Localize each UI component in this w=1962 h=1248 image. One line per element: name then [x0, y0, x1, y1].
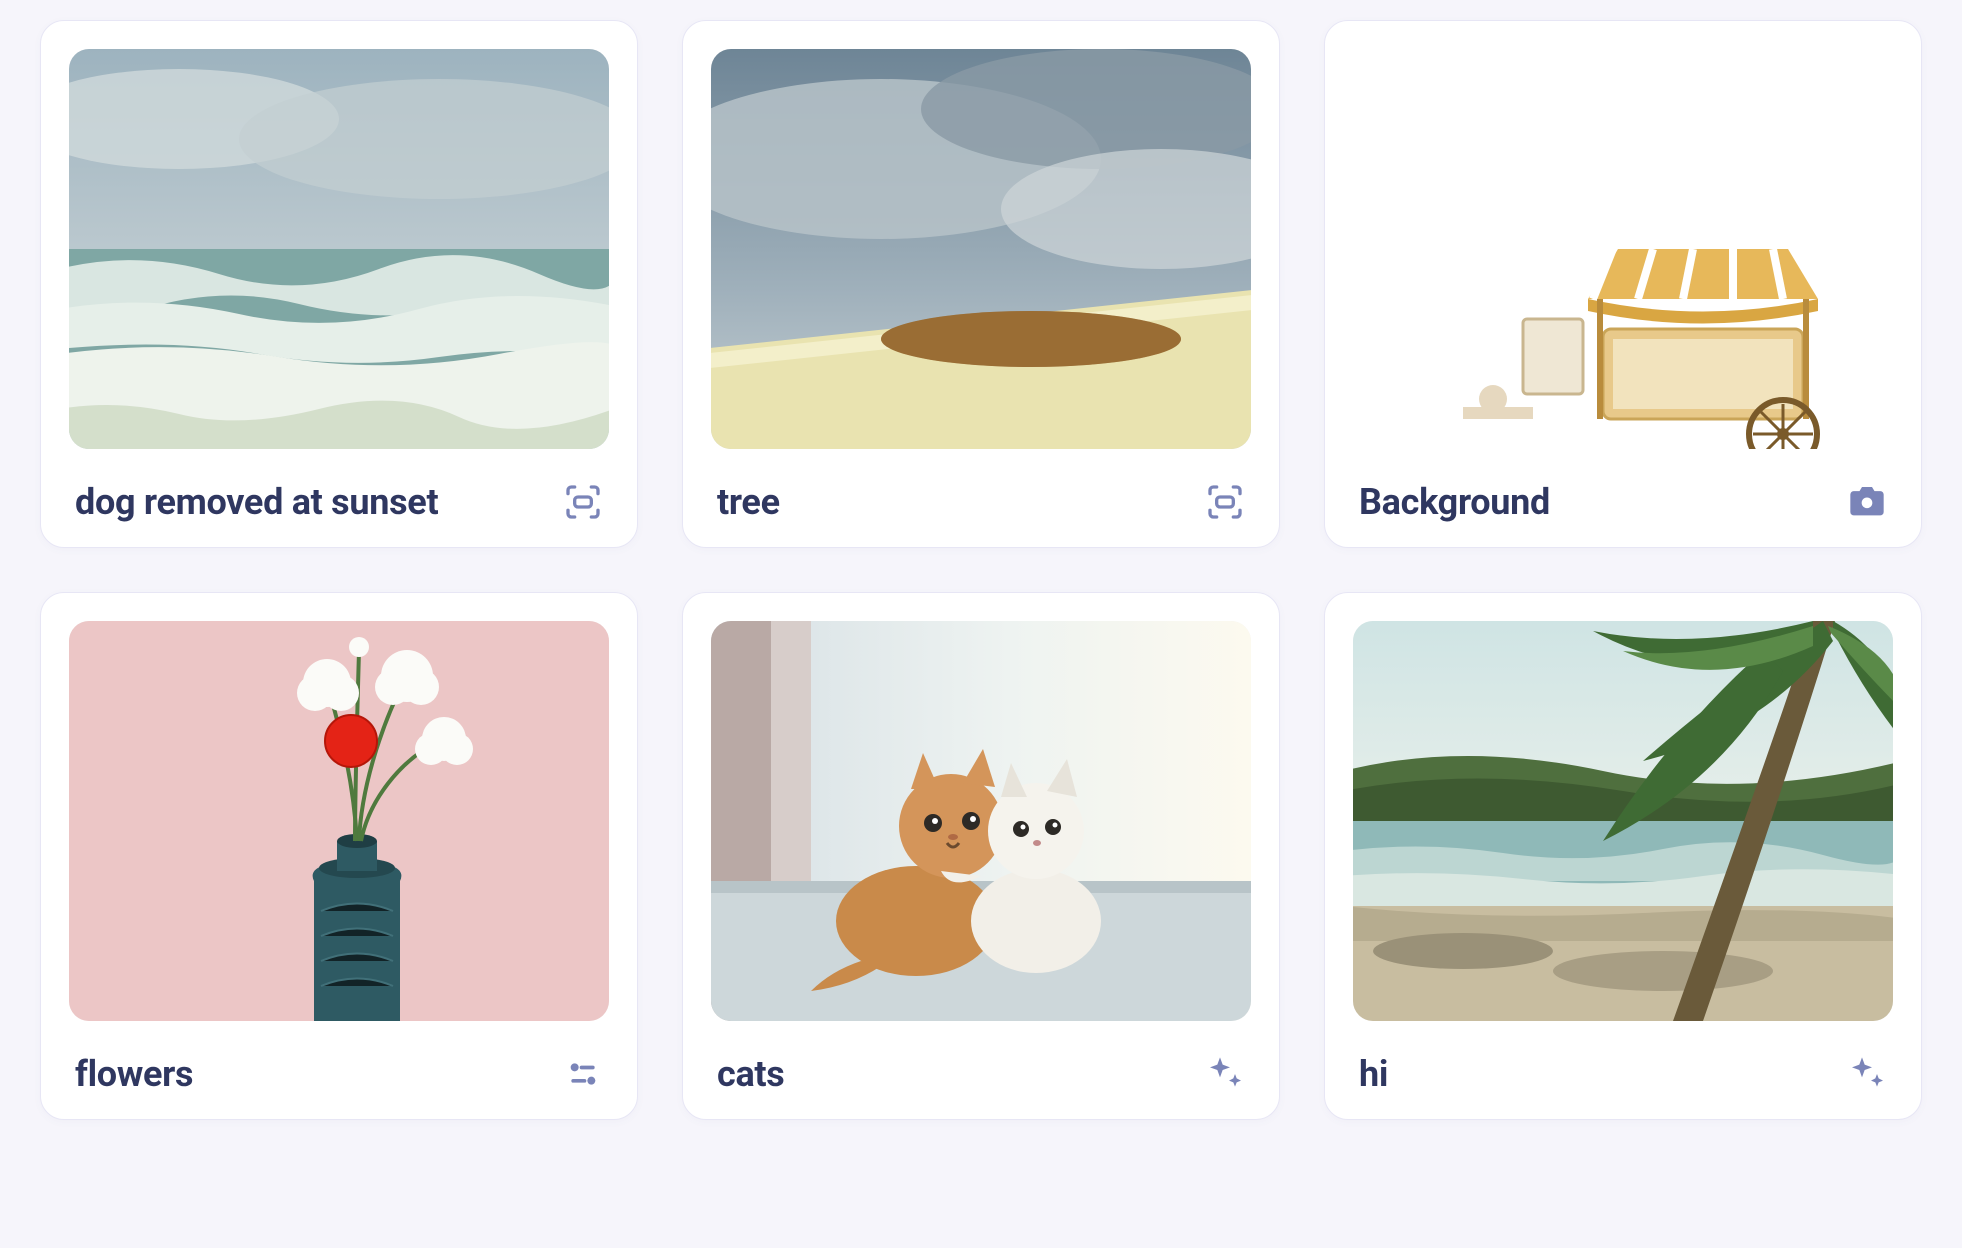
project-title: hi — [1359, 1053, 1388, 1095]
project-title: flowers — [75, 1053, 193, 1095]
project-title: cats — [717, 1053, 785, 1095]
card-footer: flowers — [69, 1053, 609, 1095]
project-title: tree — [717, 481, 780, 523]
project-card[interactable]: cats — [682, 592, 1280, 1120]
camera-icon — [1847, 482, 1887, 522]
project-title: dog removed at sunset — [75, 481, 438, 523]
scan-icon — [1205, 482, 1245, 522]
card-footer: dog removed at sunset — [69, 481, 609, 523]
sparkle-icon — [1205, 1054, 1245, 1094]
project-card[interactable]: tree — [682, 20, 1280, 548]
project-thumbnail — [69, 49, 609, 449]
project-title: Background — [1359, 481, 1550, 523]
project-card[interactable]: dog removed at sunset — [40, 20, 638, 548]
card-footer: tree — [711, 481, 1251, 523]
card-footer: Background — [1353, 481, 1893, 523]
scan-icon — [563, 482, 603, 522]
cards-grid: dog removed at sunset — [40, 20, 1922, 1120]
project-thumbnail — [1353, 621, 1893, 1021]
project-card[interactable]: Background — [1324, 20, 1922, 548]
project-card[interactable]: hi — [1324, 592, 1922, 1120]
sliders-icon — [563, 1054, 603, 1094]
project-card[interactable]: flowers — [40, 592, 638, 1120]
card-footer: hi — [1353, 1053, 1893, 1095]
project-thumbnail — [1353, 49, 1893, 449]
sparkle-icon — [1847, 1054, 1887, 1094]
card-footer: cats — [711, 1053, 1251, 1095]
project-thumbnail — [69, 621, 609, 1021]
project-thumbnail — [711, 621, 1251, 1021]
project-thumbnail — [711, 49, 1251, 449]
